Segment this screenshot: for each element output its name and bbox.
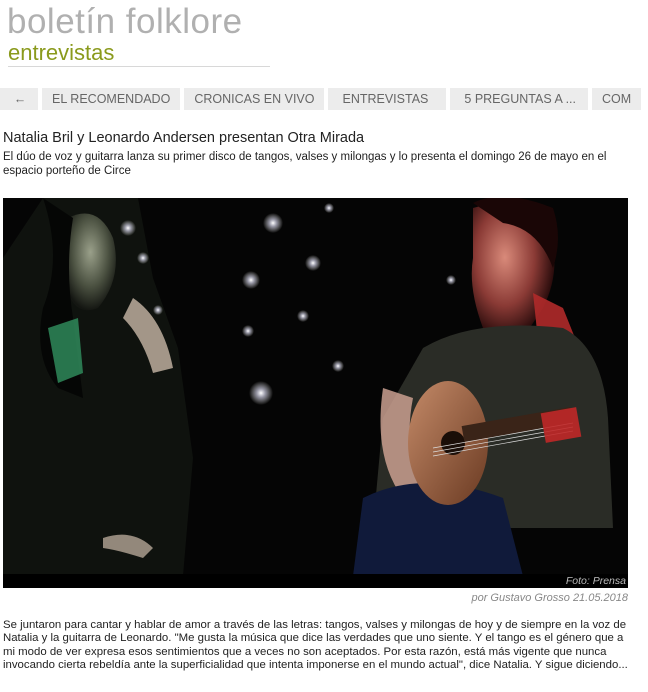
photo-credit: Foto: Prensa [565,575,626,587]
article-byline: por Gustavo Grosso 21.05.2018 [471,592,628,604]
nav-item-5-preguntas[interactable]: 5 PREGUNTAS A ... [450,88,588,110]
nav-back-arrow-icon[interactable]: ← [0,88,38,110]
photo-caption-bar: Foto: Prensa [3,574,628,588]
nav-item-el-recomendado[interactable]: EL RECOMENDADO [42,88,181,110]
nav-item-cronicas-en-vivo[interactable]: CRONICAS EN VIVO [184,88,325,110]
site-title[interactable]: boletín folklore [7,2,243,42]
nav-item-com[interactable]: COM [592,88,642,110]
section-nav: ← EL RECOMENDADO CRONICAS EN VIVO ENTREV… [0,88,648,110]
header-divider [8,66,270,67]
article-title: Natalia Bril y Leonardo Andersen present… [3,130,365,146]
nav-item-entrevistas[interactable]: ENTREVISTAS [328,88,447,110]
article-photo [3,198,628,576]
section-title[interactable]: entrevistas [8,40,114,66]
article-subtitle: El dúo de voz y guitarra lanza su primer… [3,151,607,177]
article-body: Se juntaron para cantar y hablar de amor… [3,619,628,672]
